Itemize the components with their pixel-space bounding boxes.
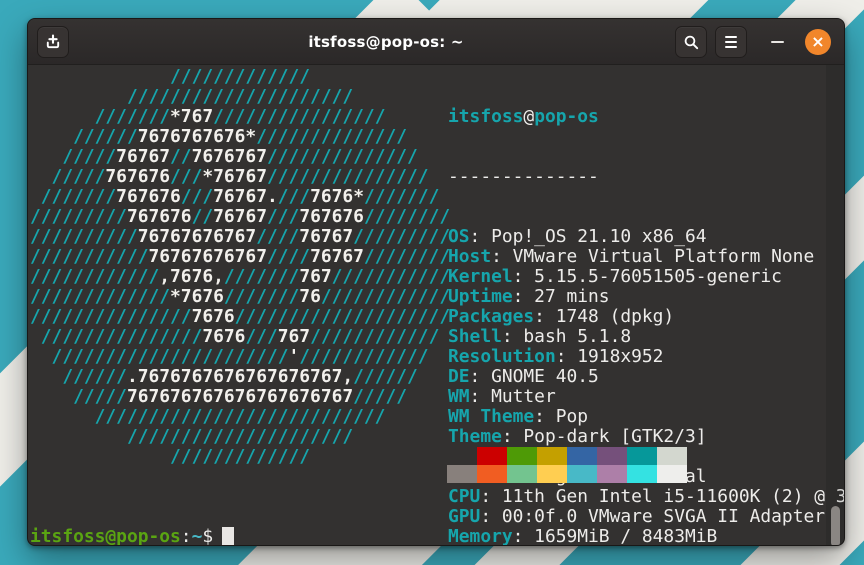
minimize-button[interactable] bbox=[767, 26, 787, 58]
window-controls: × bbox=[675, 19, 844, 65]
neofetch-fields: OS: Pop!_OS 21.10 x86_64Host: VMware Vir… bbox=[448, 227, 844, 545]
neofetch-field-shell: Shell: bash 5.1.8 bbox=[448, 327, 844, 347]
color-swatch bbox=[567, 447, 597, 465]
neofetch-field-theme: Theme: Pop-dark [GTK2/3] bbox=[448, 427, 844, 447]
neofetch-field-wm-theme: WM Theme: Pop bbox=[448, 407, 844, 427]
neofetch-field-cpu: CPU: 11th Gen Intel i5-11600K (2) @ 3 bbox=[448, 487, 844, 507]
headerbar[interactable]: itsfoss@pop-os: ~ × bbox=[28, 19, 844, 65]
neofetch-ascii-art: ///////////// ///////////////////// ////… bbox=[30, 67, 450, 467]
color-swatch bbox=[537, 447, 567, 465]
hamburger-menu-icon bbox=[725, 36, 737, 48]
close-button[interactable]: × bbox=[805, 29, 831, 55]
neofetch-field-de: DE: GNOME 40.5 bbox=[448, 367, 844, 387]
color-swatch bbox=[597, 447, 627, 465]
color-swatch bbox=[507, 465, 537, 483]
color-swatch bbox=[507, 447, 537, 465]
color-swatch bbox=[447, 465, 477, 483]
scrollbar[interactable] bbox=[826, 65, 844, 545]
neofetch-field-wm: WM: Mutter bbox=[448, 387, 844, 407]
search-button[interactable] bbox=[675, 26, 707, 58]
terminal-window: itsfoss@pop-os: ~ × ///////////// / bbox=[27, 18, 845, 546]
palette-row-bright bbox=[447, 465, 687, 483]
neofetch-title-host: pop-os bbox=[534, 106, 599, 127]
prompt-colon: : bbox=[181, 526, 192, 545]
close-icon: × bbox=[811, 30, 824, 54]
neofetch-field-uptime: Uptime: 27 mins bbox=[448, 287, 844, 307]
neofetch-title-at: @ bbox=[523, 106, 534, 127]
color-swatch bbox=[627, 447, 657, 465]
color-swatch bbox=[537, 465, 567, 483]
terminal-screen[interactable]: ///////////// ///////////////////// ////… bbox=[28, 65, 844, 545]
color-swatch bbox=[657, 447, 687, 465]
color-swatch bbox=[477, 465, 507, 483]
neofetch-field-host: Host: VMware Virtual Platform None bbox=[448, 247, 844, 267]
palette-row-normal bbox=[447, 447, 687, 465]
neofetch-field-packages: Packages: 1748 (dpkg) bbox=[448, 307, 844, 327]
neofetch-field-gpu: GPU: 00:0f.0 VMware SVGA II Adapter bbox=[448, 507, 844, 527]
minimize-icon bbox=[771, 41, 784, 44]
neofetch-field-os: OS: Pop!_OS 21.10 x86_64 bbox=[448, 227, 844, 247]
prompt-user-host: itsfoss@pop-os bbox=[30, 526, 181, 545]
color-swatch bbox=[597, 465, 627, 483]
color-swatch bbox=[447, 447, 477, 465]
terminal-cursor bbox=[222, 527, 234, 545]
scrollbar-thumb[interactable] bbox=[831, 506, 840, 545]
prompt-path: ~ bbox=[192, 526, 203, 545]
window-title: itsfoss@pop-os: ~ bbox=[128, 33, 644, 51]
color-swatch bbox=[477, 447, 507, 465]
neofetch-field-kernel: Kernel: 5.15.5-76051505-generic bbox=[448, 267, 844, 287]
neofetch-title-user: itsfoss bbox=[448, 106, 523, 127]
shell-prompt: itsfoss@pop-os:~$ bbox=[30, 527, 234, 545]
color-swatch bbox=[627, 465, 657, 483]
neofetch-separator: -------------- bbox=[448, 167, 844, 187]
new-tab-icon bbox=[45, 34, 61, 50]
neofetch-title: itsfoss@pop-os bbox=[448, 107, 844, 127]
color-swatch bbox=[657, 465, 687, 483]
prompt-symbol: $ bbox=[202, 526, 213, 545]
menu-button[interactable] bbox=[715, 26, 747, 58]
search-icon bbox=[683, 34, 700, 51]
neofetch-field-memory: Memory: 1659MiB / 8483MiB bbox=[448, 527, 844, 545]
new-tab-button[interactable] bbox=[37, 26, 69, 58]
neofetch-field-resolution: Resolution: 1918x952 bbox=[448, 347, 844, 367]
color-swatch bbox=[567, 465, 597, 483]
